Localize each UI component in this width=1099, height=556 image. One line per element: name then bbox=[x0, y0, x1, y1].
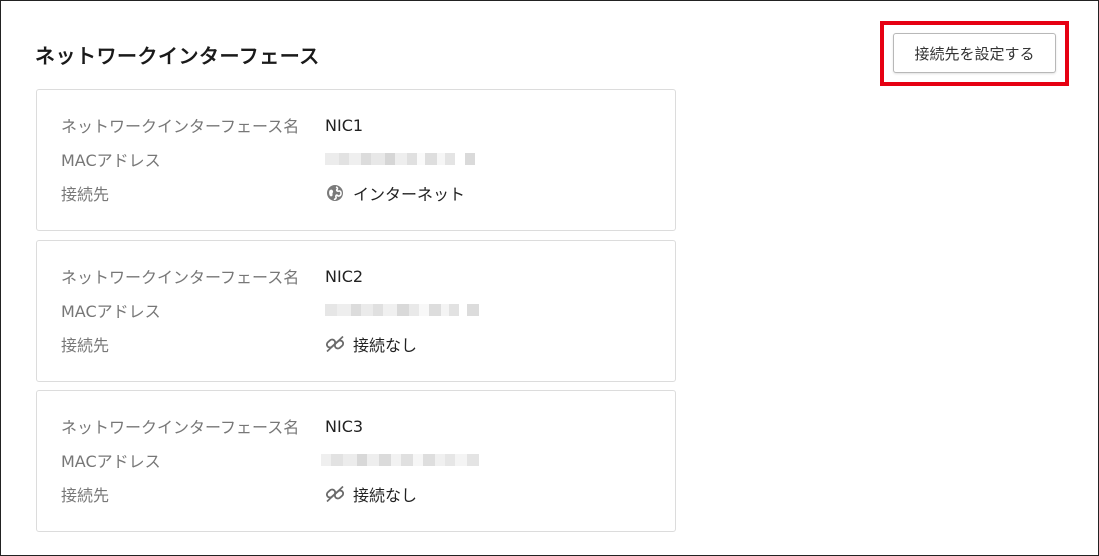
nic-name-value: NIC2 bbox=[325, 266, 364, 286]
destination-text: インターネット bbox=[353, 185, 466, 204]
unlinked-icon bbox=[325, 334, 345, 354]
nic-card-3: ネットワークインターフェース名 NIC3 MACアドレス 接続先 接続なし bbox=[36, 390, 676, 532]
set-connection-button[interactable]: 接続先を設定する bbox=[893, 33, 1056, 73]
nic-name-row: ネットワークインターフェース名 NIC2 bbox=[61, 265, 364, 288]
destination-label: 接続先 bbox=[61, 336, 110, 355]
network-interface-panel: ネットワークインターフェース 接続先を設定する ネットワークインターフェース名 … bbox=[0, 0, 1099, 556]
nic-card-1: ネットワークインターフェース名 NIC1 MACアドレス 接続先 インターネット bbox=[36, 89, 676, 231]
mac-row: MACアドレス bbox=[61, 449, 479, 471]
destination-row: 接続先 インターネット bbox=[61, 182, 465, 204]
globe-icon bbox=[325, 183, 345, 203]
nic-name-value: NIC3 bbox=[325, 416, 364, 436]
mac-label: MACアドレス bbox=[61, 452, 161, 471]
mac-value-redacted bbox=[321, 453, 479, 467]
nic-name-label: ネットワークインターフェース名 bbox=[61, 117, 300, 136]
nic-name-label: ネットワークインターフェース名 bbox=[61, 268, 300, 287]
destination-row: 接続先 接続なし bbox=[61, 483, 417, 505]
mac-label: MACアドレス bbox=[61, 151, 161, 170]
destination-value: 接続なし bbox=[325, 332, 417, 356]
mac-value-redacted bbox=[325, 152, 475, 166]
nic-name-row: ネットワークインターフェース名 NIC1 bbox=[61, 114, 364, 137]
destination-row: 接続先 接続なし bbox=[61, 333, 417, 355]
destination-value: 接続なし bbox=[325, 482, 417, 506]
destination-label: 接続先 bbox=[61, 185, 110, 204]
mac-label: MACアドレス bbox=[61, 302, 161, 321]
destination-text: 接続なし bbox=[353, 486, 418, 505]
destination-value: インターネット bbox=[325, 181, 465, 205]
unlinked-icon bbox=[325, 484, 345, 504]
nic-name-label: ネットワークインターフェース名 bbox=[61, 418, 300, 437]
destination-text: 接続なし bbox=[353, 336, 418, 355]
destination-label: 接続先 bbox=[61, 486, 110, 505]
mac-row: MACアドレス bbox=[61, 299, 479, 321]
mac-value-redacted bbox=[325, 303, 479, 317]
page-title: ネットワークインターフェース bbox=[35, 44, 320, 68]
mac-row: MACアドレス bbox=[61, 148, 475, 170]
nic-name-value: NIC1 bbox=[325, 115, 364, 135]
nic-card-2: ネットワークインターフェース名 NIC2 MACアドレス 接続先 接続なし bbox=[36, 240, 676, 382]
nic-name-row: ネットワークインターフェース名 NIC3 bbox=[61, 415, 364, 438]
